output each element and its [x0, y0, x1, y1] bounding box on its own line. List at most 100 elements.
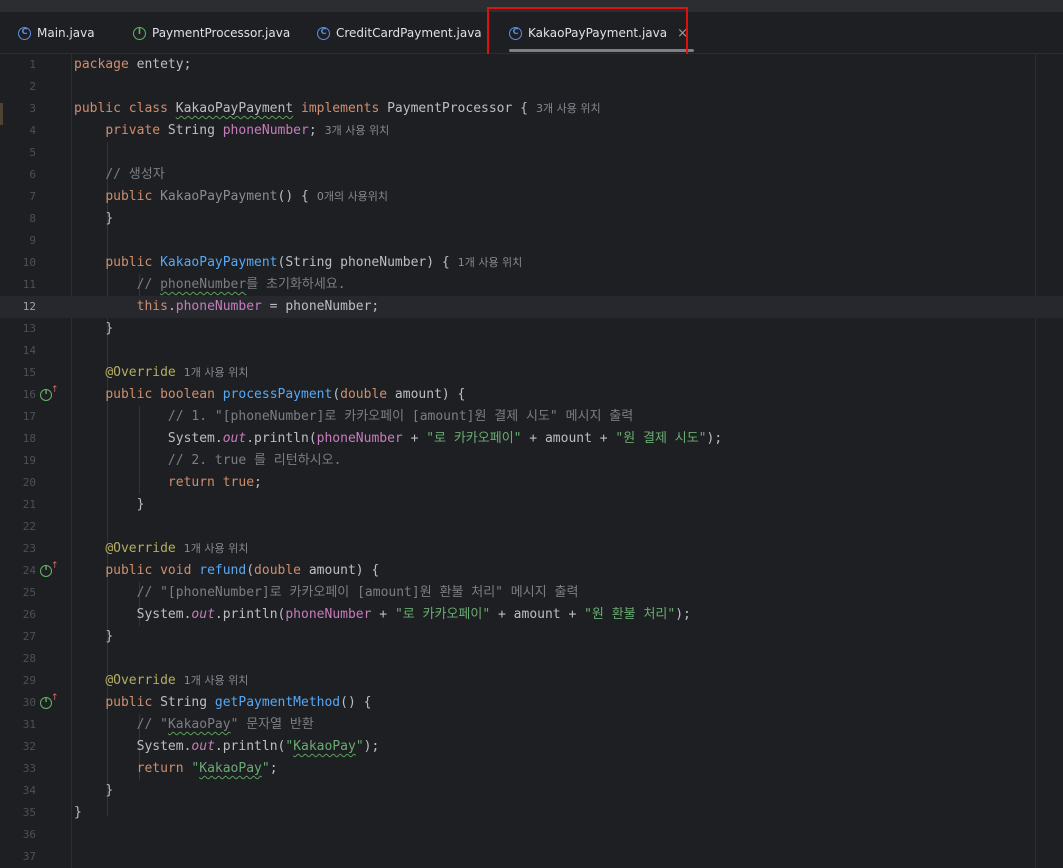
token: // " [136, 717, 168, 732]
code-line[interactable]: 25 // "[phoneNumber]로 카카오페이 [amount]원 환불… [0, 582, 1063, 604]
token: ; [269, 761, 278, 776]
token: 를 초기화하세요. [246, 277, 346, 292]
token: String [160, 123, 223, 138]
code-line[interactable]: 28 [0, 648, 1063, 670]
code-line[interactable]: 21 } [0, 494, 1063, 516]
code-line[interactable]: 31 // "KakaoPay" 문자열 반환 [0, 714, 1063, 736]
line-number: 5 [29, 146, 36, 159]
code-line[interactable]: 6 // 생성자 [0, 164, 1063, 186]
line-number: 11 [22, 278, 36, 291]
code-line[interactable]: 16 ↑ public boolean processPayment(double… [0, 384, 1063, 406]
token: phoneNumber [285, 607, 372, 622]
token: KakaoPay [293, 739, 356, 754]
code-line[interactable]: 2 [0, 76, 1063, 98]
code-line[interactable]: 24 ↑ public void refund(double amount) { [0, 560, 1063, 582]
line-number: 25 [22, 586, 36, 599]
code-line[interactable]: 20 return true; [0, 472, 1063, 494]
token: System. [136, 607, 192, 622]
usage-hint[interactable]: 1개 사용 위치 [184, 674, 249, 687]
token: return [167, 475, 215, 490]
token: public [105, 255, 153, 270]
token: " [261, 761, 270, 776]
line-number: 20 [22, 476, 36, 489]
code-line[interactable]: 7 public KakaoPayPayment() {0개의 사용위치 [0, 186, 1063, 208]
class-icon [317, 26, 330, 40]
usage-hint[interactable]: 3개 사용 위치 [536, 102, 601, 115]
code-line-current[interactable]: 12 this.phoneNumber = phoneNumber; [0, 296, 1063, 318]
token: + [402, 431, 427, 446]
code-line[interactable]: 10 public KakaoPayPayment(String phoneNu… [0, 252, 1063, 274]
line-number: 27 [22, 630, 36, 643]
token: ); [363, 739, 380, 754]
token: true [222, 475, 255, 490]
line-number: 37 [22, 850, 36, 863]
code-line[interactable]: 23 @Override 1개 사용 위치 [0, 538, 1063, 560]
code-line[interactable]: 34 } [0, 780, 1063, 802]
token: entety; [128, 57, 192, 72]
token: phoneNumber [222, 123, 309, 138]
line-number: 9 [29, 234, 36, 247]
token: ( [246, 563, 255, 578]
code-line[interactable]: 33 return "KakaoPay"; [0, 758, 1063, 780]
token: // 생성자 [105, 167, 165, 182]
code-line[interactable]: 35} [0, 802, 1063, 824]
implements-method-icon[interactable]: ↑ [40, 694, 59, 709]
token: // 2. true 를 리턴하시오. [167, 453, 342, 468]
code-line[interactable]: 29 @Override 1개 사용 위치 [0, 670, 1063, 692]
token: @Override [105, 541, 176, 556]
code-line[interactable]: 22 [0, 516, 1063, 538]
token: " [355, 739, 364, 754]
code-line[interactable]: 15 @Override 1개 사용 위치 [0, 362, 1063, 384]
token: .println( [246, 431, 317, 446]
code-line[interactable]: 8 } [0, 208, 1063, 230]
usage-hint[interactable]: 1개 사용 위치 [458, 256, 523, 269]
tab-credit-card-payment-java[interactable]: CreditCardPayment.java [317, 12, 482, 54]
token: KakaoPayPayment [175, 101, 294, 116]
token: private [105, 123, 161, 138]
usage-hint[interactable]: 1개 사용 위치 [184, 366, 249, 379]
token: ( [332, 387, 341, 402]
code-line[interactable]: 3 public class KakaoPayPayment implements… [0, 98, 1063, 120]
token: () { [340, 695, 372, 710]
line-number: 3 [29, 102, 36, 115]
tab-payment-processor-java[interactable]: PaymentProcessor.java [133, 12, 290, 54]
implements-method-icon[interactable]: ↑ [40, 562, 59, 577]
code-line[interactable]: 30 ↑ public String getPaymentMethod() { [0, 692, 1063, 714]
token: "로 카카오페이" [426, 431, 522, 446]
token: getPaymentMethod [214, 695, 341, 710]
usage-hint[interactable]: 0개의 사용위치 [317, 190, 388, 203]
code-line[interactable]: 19 // 2. true 를 리턴하시오. [0, 450, 1063, 472]
usage-hint[interactable]: 3개 사용 위치 [325, 124, 390, 137]
token: + amount + [490, 607, 585, 622]
token: out [191, 607, 215, 622]
code-line[interactable]: 1 package entety; [0, 54, 1063, 76]
code-line[interactable]: 37 [0, 846, 1063, 868]
token: refund [199, 563, 247, 578]
code-line[interactable]: 27 } [0, 626, 1063, 648]
token: ; [308, 123, 317, 138]
implements-method-icon[interactable]: ↑ [40, 386, 59, 401]
token: class [128, 101, 168, 116]
line-number: 28 [22, 652, 36, 665]
class-icon [18, 26, 31, 40]
line-number: 22 [22, 520, 36, 533]
code-line[interactable]: 36 [0, 824, 1063, 846]
token: // 1. "[phoneNumber]로 카카오페이 [amount]원 결제… [167, 409, 634, 424]
usage-hint[interactable]: 1개 사용 위치 [184, 542, 249, 555]
code-line[interactable]: 32 System.out.println("KakaoPay"); [0, 736, 1063, 758]
code-line[interactable]: 11 // phoneNumber를 초기화하세요. [0, 274, 1063, 296]
line-number: 13 [22, 322, 36, 335]
line-number: 7 [29, 190, 36, 203]
code-line[interactable]: 13 } [0, 318, 1063, 340]
code-line[interactable]: 4 private String phoneNumber; 3개 사용 위치 [0, 120, 1063, 142]
code-line[interactable]: 14 [0, 340, 1063, 362]
code-line[interactable]: 5 [0, 142, 1063, 164]
code-line[interactable]: 17 // 1. "[phoneNumber]로 카카오페이 [amount]원… [0, 406, 1063, 428]
code-line[interactable]: 9 [0, 230, 1063, 252]
token: ); [706, 431, 723, 446]
token: } [105, 629, 114, 644]
code-line[interactable]: 18 System.out.println(phoneNumber + "로 카… [0, 428, 1063, 450]
code-line[interactable]: 26 System.out.println(phoneNumber + "로 카… [0, 604, 1063, 626]
tab-main-java[interactable]: Main.java [18, 12, 95, 54]
token: .println( [214, 739, 286, 754]
